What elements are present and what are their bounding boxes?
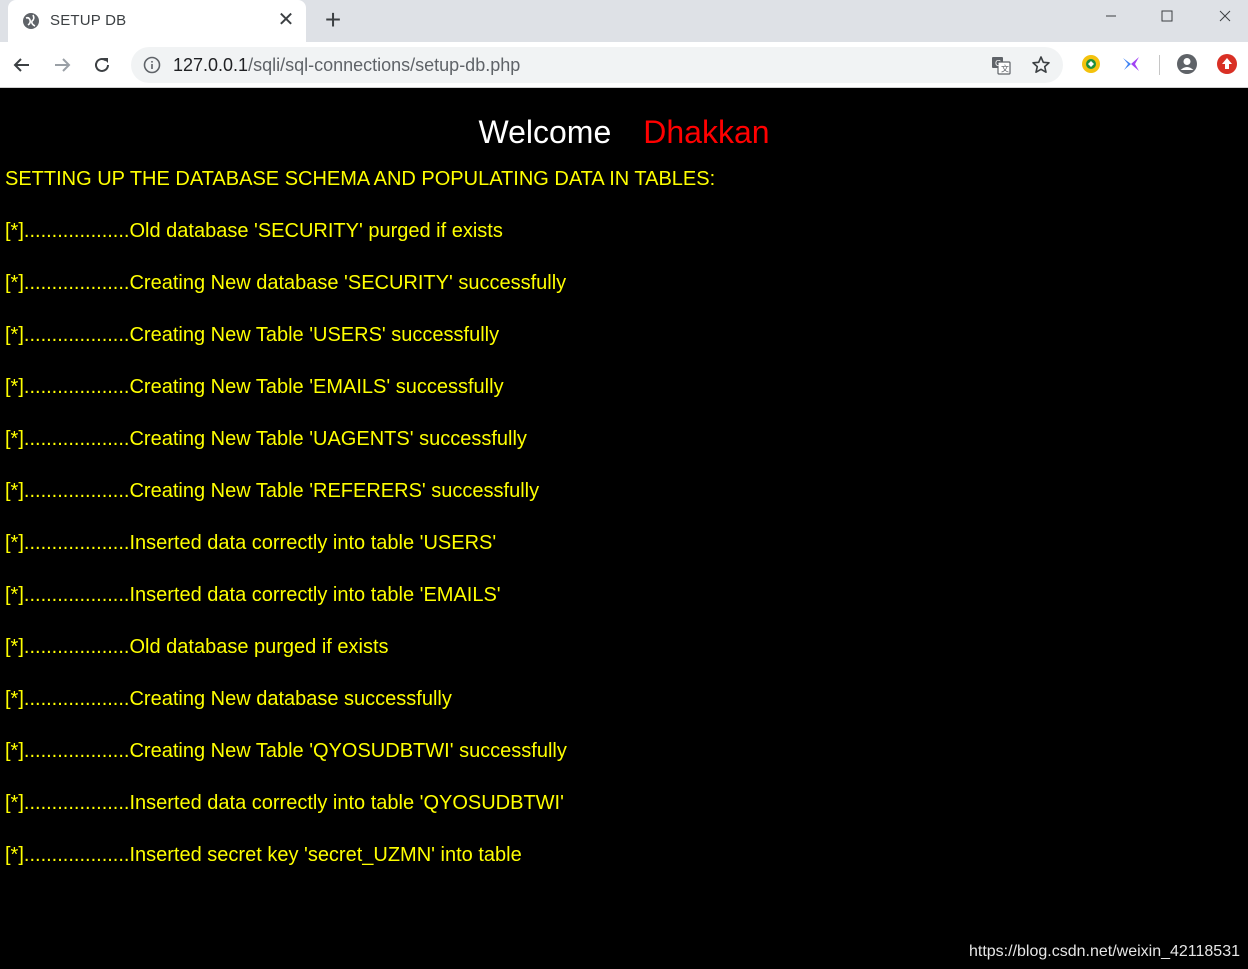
tab-strip: SETUP DB ✕ + (0, 0, 1248, 42)
watermark: https://blog.csdn.net/weixin_42118531 (968, 943, 1240, 960)
welcome-text: Welcome (478, 114, 612, 150)
log-line: [*]...................Old database purge… (5, 636, 389, 658)
log-line: [*]...................Creating New Table… (5, 480, 540, 502)
tab-title: SETUP DB (50, 12, 127, 29)
log-line: [*]...................Inserted secret ke… (5, 844, 522, 866)
extension-icon[interactable] (1080, 53, 1102, 75)
browser-toolbar: 127.0.0.1/sqli/sql-connections/setup-db.… (0, 42, 1248, 88)
info-icon[interactable] (143, 56, 161, 74)
log-line: [*]...................Creating New Table… (5, 428, 527, 450)
update-icon[interactable] (1216, 53, 1238, 75)
url-text[interactable]: 127.0.0.1/sqli/sql-connections/setup-db.… (173, 55, 520, 76)
page-content: Welcome Dhakkan SETTING UP THE DATABASE S… (0, 88, 1248, 969)
url-host: 127.0.0.1 (173, 55, 249, 75)
log-line: [*]...................Creating New datab… (5, 272, 567, 294)
log-line: [*]...................Creating New Table… (5, 324, 500, 346)
reload-icon[interactable] (88, 51, 116, 79)
setup-log: [*]...................Old database 'SECU… (5, 218, 567, 894)
window-close-icon[interactable] (1202, 0, 1248, 32)
address-bar[interactable]: 127.0.0.1/sqli/sql-connections/setup-db.… (131, 47, 1063, 83)
url-path: /sqli/sql-connections/setup-db.php (248, 55, 521, 75)
log-line: [*]...................Inserted data corr… (5, 792, 564, 814)
minimize-icon[interactable] (1088, 0, 1134, 32)
user-name: Dhakkan (643, 114, 770, 150)
welcome-banner: Welcome Dhakkan (0, 114, 1248, 151)
new-tab-button[interactable]: + (320, 6, 346, 34)
close-tab-icon[interactable]: ✕ (276, 10, 296, 30)
log-line: [*]...................Inserted data corr… (5, 532, 497, 554)
page-heading: SETTING UP THE DATABASE SCHEMA AND POPUL… (5, 168, 716, 190)
log-line: [*]...................Old database 'SECU… (5, 220, 503, 242)
globe-icon (22, 12, 40, 30)
svg-text:文: 文 (1001, 64, 1009, 74)
maximize-icon[interactable] (1144, 0, 1190, 32)
log-line: [*]...................Creating New Table… (5, 740, 567, 762)
profile-avatar-icon[interactable] (1176, 53, 1198, 75)
log-line: [*]...................Inserted data corr… (5, 584, 501, 606)
forward-arrow-icon[interactable] (48, 51, 76, 79)
translate-icon[interactable]: G文 (991, 55, 1011, 75)
toolbar-divider (1159, 55, 1160, 75)
back-arrow-icon[interactable] (8, 51, 36, 79)
tab-setup-db[interactable]: SETUP DB ✕ (8, 0, 306, 42)
log-line: [*]...................Creating New Table… (5, 376, 504, 398)
bird-extension-icon[interactable] (1120, 53, 1142, 75)
bookmark-star-icon[interactable] (1031, 55, 1051, 75)
log-line: [*]...................Creating New datab… (5, 688, 452, 710)
